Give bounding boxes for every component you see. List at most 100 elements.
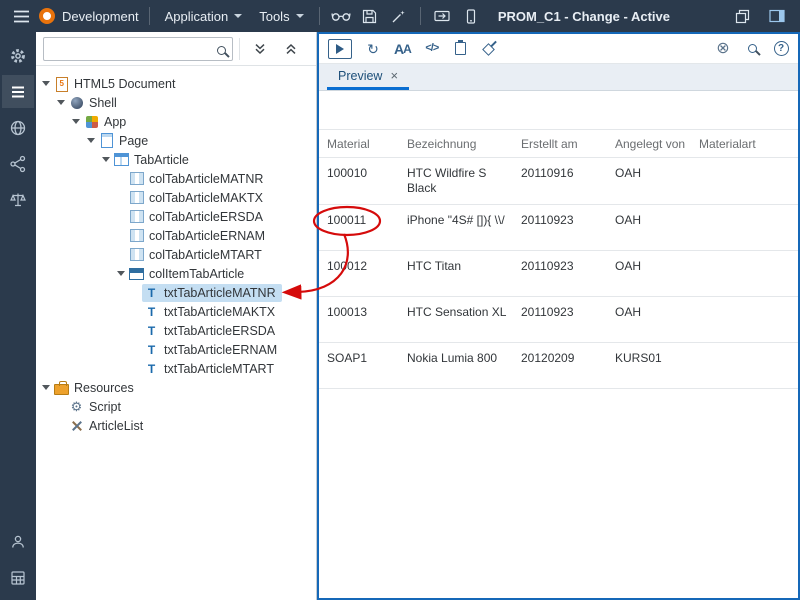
tab-close-icon[interactable]: × bbox=[390, 68, 398, 83]
expand-all-icon[interactable] bbox=[277, 37, 304, 61]
script-icon bbox=[69, 399, 84, 414]
menu-tools[interactable]: Tools bbox=[254, 9, 308, 24]
help-icon[interactable]: ? bbox=[773, 39, 789, 59]
sap-web-ide-window: Development Application Tools PROM_C1 - … bbox=[0, 0, 800, 600]
tree-item[interactable]: HTML5 Document bbox=[36, 74, 316, 93]
tree-item[interactable]: txtTabArticleMTART bbox=[36, 359, 316, 378]
search-icon[interactable] bbox=[217, 42, 226, 60]
close-circle-icon[interactable]: ⊗ bbox=[715, 39, 731, 59]
expander-icon[interactable] bbox=[130, 325, 142, 337]
expander-icon[interactable] bbox=[100, 154, 112, 166]
tree-item-label: TabArticle bbox=[134, 152, 189, 167]
text-icon bbox=[144, 304, 159, 319]
tree-item[interactable]: txtTabArticleMATNR bbox=[36, 283, 316, 302]
settings-icon[interactable] bbox=[2, 39, 34, 72]
column-header[interactable]: Angelegt von bbox=[607, 129, 691, 158]
tree-item[interactable]: Page bbox=[36, 131, 316, 150]
tree-item[interactable]: colTabArticleMTART bbox=[36, 245, 316, 264]
expander-icon[interactable] bbox=[115, 211, 127, 223]
tab-preview[interactable]: Preview × bbox=[327, 64, 410, 90]
tree-item-label: Page bbox=[119, 133, 149, 148]
column-header[interactable]: Bezeichnung bbox=[399, 129, 513, 158]
magic-wand-icon[interactable] bbox=[388, 5, 410, 27]
table-row[interactable]: 100013 HTC Sensation XL 20110923 OAH bbox=[319, 296, 798, 343]
search-icon[interactable] bbox=[744, 39, 760, 59]
tree-item[interactable]: colTabArticleMAKTX bbox=[36, 188, 316, 207]
tree-item[interactable]: colTabArticleERNAM bbox=[36, 226, 316, 245]
row-icon bbox=[129, 266, 144, 281]
expander-icon[interactable] bbox=[115, 192, 127, 204]
table-cell bbox=[691, 342, 798, 389]
tab-label: Preview bbox=[338, 68, 383, 83]
tree-item[interactable]: Resources bbox=[36, 378, 316, 397]
expander-icon[interactable] bbox=[40, 382, 52, 394]
refresh-icon[interactable]: ↻ bbox=[365, 39, 381, 59]
column-header[interactable]: Erstellt am bbox=[513, 129, 607, 158]
menu-application[interactable]: Application bbox=[160, 9, 248, 24]
tree-item[interactable]: txtTabArticleMAKTX bbox=[36, 302, 316, 321]
search-input[interactable] bbox=[43, 36, 233, 61]
run-preview-icon[interactable] bbox=[328, 38, 352, 59]
web-globe-icon[interactable] bbox=[2, 111, 34, 144]
table-row[interactable]: SOAP1 Nokia Lumia 800 20120209 KURS01 bbox=[319, 342, 798, 389]
expander-icon[interactable] bbox=[130, 287, 142, 299]
tree-item[interactable]: txtTabArticleERNAM bbox=[36, 340, 316, 359]
column-header[interactable]: Materialart bbox=[691, 129, 798, 158]
clipboard-icon[interactable] bbox=[453, 39, 469, 59]
table-row[interactable]: 100011 iPhone "4S# []){ \\/20110923 OAH bbox=[319, 204, 798, 251]
collapse-all-icon[interactable] bbox=[246, 37, 273, 61]
expander-icon[interactable] bbox=[130, 344, 142, 356]
tree-item[interactable]: ArticleList bbox=[36, 416, 316, 435]
legal-scales-icon[interactable] bbox=[2, 183, 34, 216]
deploy-icon[interactable] bbox=[431, 5, 453, 27]
table-cell: 100013 bbox=[319, 296, 399, 343]
tree-item[interactable]: App bbox=[36, 112, 316, 131]
tree-item[interactable]: colItemTabArticle bbox=[36, 264, 316, 283]
expander-icon[interactable] bbox=[130, 363, 142, 375]
tree-item[interactable]: colTabArticleMATNR bbox=[36, 169, 316, 188]
share-icon[interactable] bbox=[2, 147, 34, 180]
user-icon[interactable] bbox=[2, 525, 34, 558]
table-body: 100010 HTC Wildfire S Black 20110916 OAH 100… bbox=[319, 157, 798, 389]
hamburger-menu-icon[interactable] bbox=[10, 5, 32, 27]
tree-item[interactable]: txtTabArticleERSDA bbox=[36, 321, 316, 340]
expander-icon[interactable] bbox=[55, 401, 67, 413]
expander-icon[interactable] bbox=[85, 135, 97, 147]
preview-table: Material Bezeichnung Erstellt am Angelegt v… bbox=[319, 129, 798, 389]
copy-window-icon[interactable] bbox=[731, 5, 753, 27]
outline-editor-icon[interactable] bbox=[2, 75, 34, 108]
resources-icon bbox=[54, 380, 69, 395]
glasses-icon[interactable] bbox=[330, 5, 352, 27]
tree-item-label: colItemTabArticle bbox=[149, 266, 245, 281]
expander-icon[interactable] bbox=[40, 78, 52, 90]
device-preview-icon[interactable] bbox=[460, 5, 482, 27]
table-row[interactable]: 100010 HTC Wildfire S Black 20110916 OAH bbox=[319, 157, 798, 205]
table-cell: 20120209 bbox=[513, 342, 607, 389]
save-icon[interactable] bbox=[359, 5, 381, 27]
format-paint-icon[interactable] bbox=[482, 39, 498, 59]
tree-item[interactable]: Shell bbox=[36, 93, 316, 112]
expander-icon[interactable] bbox=[130, 306, 142, 318]
table-row[interactable]: 100012 HTC Titan 20110923 OAH bbox=[319, 250, 798, 297]
tree-item-label: Shell bbox=[89, 95, 117, 110]
expander-icon[interactable] bbox=[115, 268, 127, 280]
expander-icon[interactable] bbox=[115, 230, 127, 242]
expander-icon[interactable] bbox=[55, 97, 67, 109]
expander-icon[interactable] bbox=[70, 116, 82, 128]
tree-item-label: colTabArticleERNAM bbox=[149, 228, 266, 243]
page-icon bbox=[99, 133, 114, 148]
code-icon[interactable]: </> bbox=[424, 39, 440, 59]
column-header[interactable]: Material bbox=[319, 129, 399, 158]
tree-item[interactable]: colTabArticleERSDA bbox=[36, 207, 316, 226]
expander-icon[interactable] bbox=[115, 173, 127, 185]
tree-item[interactable]: Script bbox=[36, 397, 316, 416]
fonts-icon[interactable]: AA bbox=[394, 39, 412, 59]
tree-item-label: colTabArticleMATNR bbox=[149, 171, 264, 186]
tree-item[interactable]: TabArticle bbox=[36, 150, 316, 169]
expander-icon[interactable] bbox=[55, 420, 67, 432]
apps-grid-icon[interactable] bbox=[2, 561, 34, 594]
table-cell: 100011 bbox=[319, 204, 399, 251]
layout-toggle-icon[interactable] bbox=[766, 5, 788, 27]
expander-icon[interactable] bbox=[115, 249, 127, 261]
table-cell: iPhone "4S# []){ \\/ bbox=[399, 204, 513, 251]
